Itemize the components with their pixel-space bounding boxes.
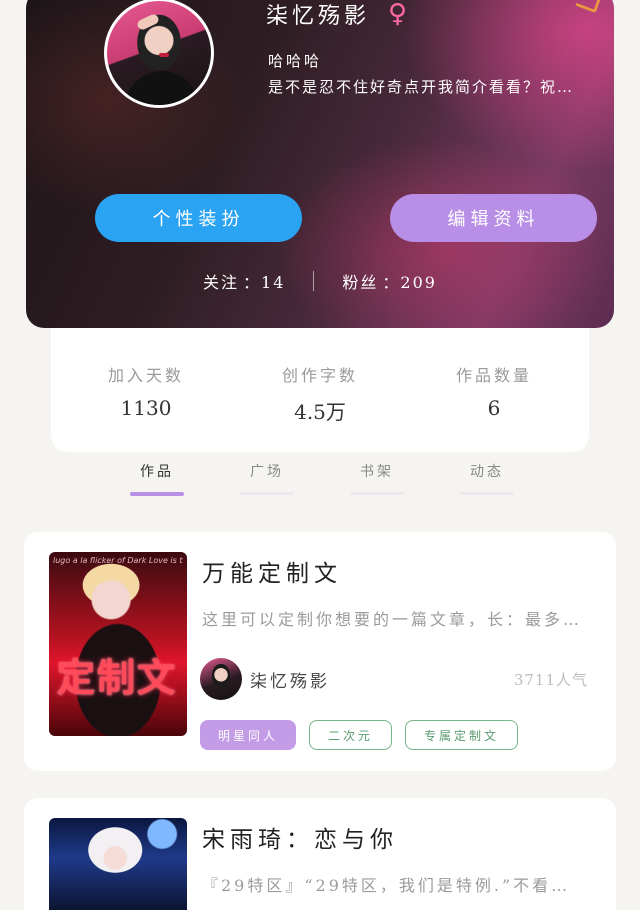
name-row: 柒忆殇影 ♀ [266, 0, 407, 30]
profile-tabs: 作品 广场 书架 动态 [102, 456, 542, 502]
tab-label: 动态 [470, 464, 504, 480]
tab-bookshelf[interactable]: 书架 [322, 456, 432, 502]
tag-acg[interactable]: 二次元 [309, 720, 393, 750]
tab-indicator [460, 492, 514, 495]
bio-text[interactable]: 是不是忍不住好奇点开我简介看看？祝… [268, 76, 608, 97]
female-icon: ♀ [388, 0, 408, 29]
author-avatar [200, 658, 242, 700]
cover-title-text: 定制文 [57, 655, 178, 700]
dress-up-button[interactable]: 个性装扮 [95, 194, 302, 242]
following-value: ：14 [243, 273, 286, 292]
stat-join-days: 加入天数 1130 [76, 328, 216, 452]
tab-indicator [240, 492, 294, 495]
following-label: 关注 [203, 273, 240, 292]
stats-card: 加入天数 1130 创作字数 4.5万 作品数量 6 [51, 328, 589, 452]
tab-works[interactable]: 作品 [102, 456, 212, 502]
work-title[interactable]: 万能定制文 [202, 554, 342, 588]
stat-value: 6 [487, 396, 501, 420]
work-cover-image[interactable]: lugo a la flicker of Dark Love is the Lo… [49, 552, 187, 736]
tag-custom[interactable]: 专属定制文 [405, 720, 519, 750]
tab-label: 书架 [360, 464, 394, 480]
stat-label: 加入天数 [107, 366, 184, 385]
profile-avatar[interactable] [104, 0, 214, 108]
tab-label: 作品 [140, 464, 174, 480]
fans-label: 粉丝 [342, 273, 379, 292]
corner-decoration [574, 0, 604, 14]
stat-word-count: 创作字数 4.5万 [250, 328, 390, 452]
stat-label: 创作字数 [281, 366, 358, 385]
tab-indicator [350, 492, 404, 495]
divider [313, 271, 315, 291]
author-name: 柒忆殇影 [250, 671, 330, 692]
fans-value: ：209 [382, 273, 437, 292]
bio-title: 哈哈哈 [268, 52, 323, 70]
work-card[interactable]: 宋雨琦：恋与你 『29特区』“29特区，我们是特例.”不看… [24, 798, 616, 910]
avatar-hand [135, 12, 161, 32]
tab-label: 广场 [250, 464, 284, 480]
tab-activity[interactable]: 动态 [432, 456, 542, 502]
work-tags: 明星同人 二次元 专属定制文 [200, 720, 519, 750]
fans-count[interactable]: 粉丝 ：209 [342, 269, 437, 293]
following-count[interactable]: 关注 ：14 [203, 269, 285, 293]
work-description: 这里可以定制你想要的一篇文章，长：最多… [202, 610, 583, 629]
stat-label: 作品数量 [455, 366, 532, 385]
work-cover-image[interactable] [49, 818, 187, 910]
tab-active-indicator [130, 492, 184, 496]
stat-value: 1130 [120, 396, 172, 420]
work-title[interactable]: 宋雨琦：恋与你 [202, 820, 398, 854]
stat-works-count: 作品数量 6 [424, 328, 564, 452]
cover-script-text: lugo a la flicker of Dark Love is the Lo… [53, 556, 183, 565]
work-description: 『29特区』“29特区，我们是特例.”不看… [202, 876, 571, 895]
edit-profile-button[interactable]: 编辑资料 [390, 194, 597, 242]
profile-header: 柒忆殇影 ♀ 哈哈哈 是不是忍不住好奇点开我简介看看？祝… 个性装扮 编辑资料 … [26, 0, 614, 328]
tag-celebrity-fanfic[interactable]: 明星同人 [200, 720, 297, 750]
profile-nickname: 柒忆殇影 [266, 4, 371, 29]
avatar-lips [159, 53, 169, 57]
work-card[interactable]: lugo a la flicker of Dark Love is the Lo… [24, 532, 616, 771]
avatar-figure [125, 71, 199, 105]
tab-square[interactable]: 广场 [212, 456, 322, 502]
follow-stats: 关注 ：14 粉丝 ：209 [26, 269, 614, 293]
stat-value: 4.5万 [294, 400, 346, 424]
popularity-count: 3711人气 [513, 671, 588, 689]
work-author[interactable]: 柒忆殇影 [200, 658, 330, 700]
